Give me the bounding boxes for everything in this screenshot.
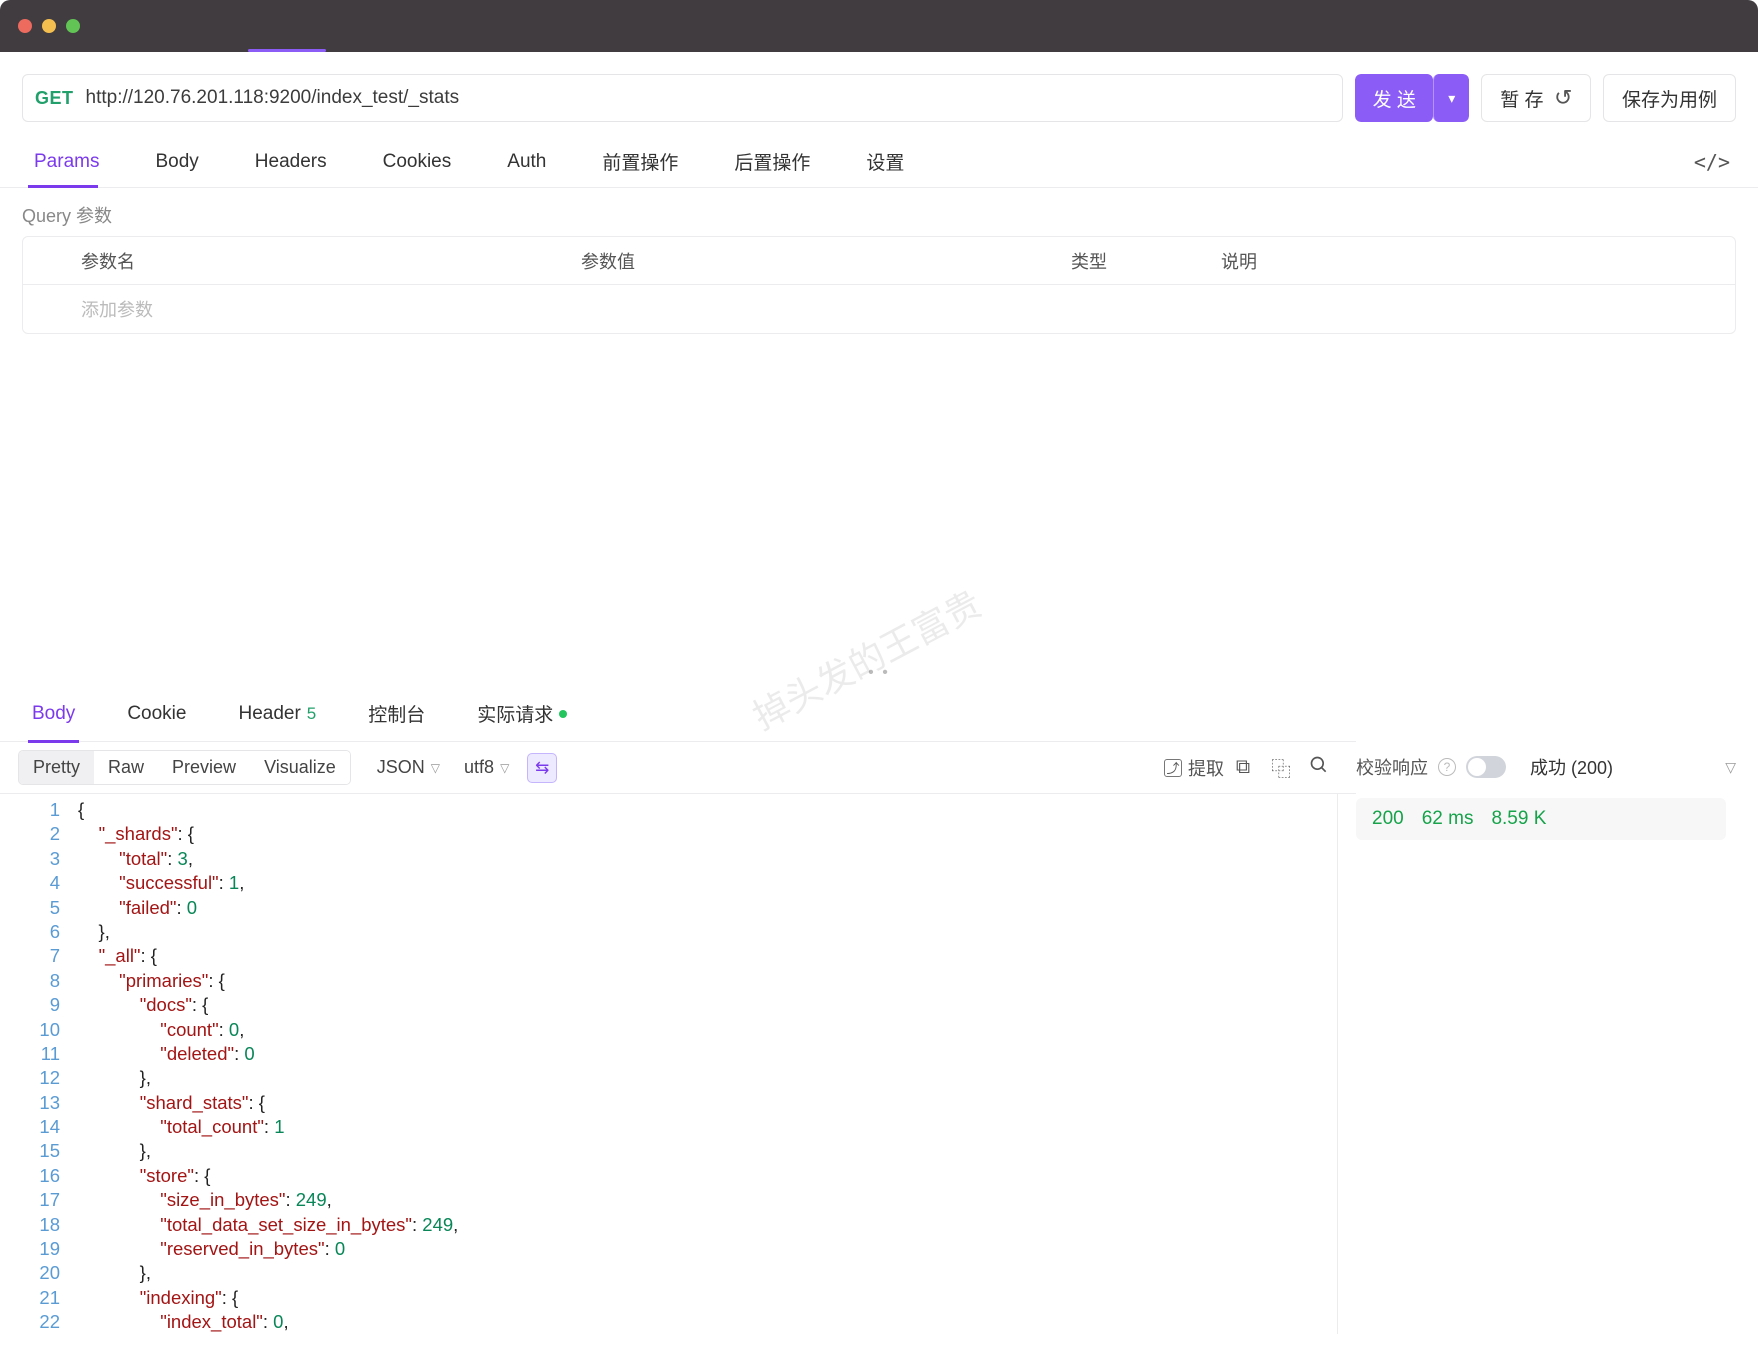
- extract-button[interactable]: ⤴ 提取: [1164, 755, 1224, 781]
- save-temp-label: 暂 存: [1500, 85, 1543, 112]
- tab-body[interactable]: Body: [127, 136, 226, 188]
- save-temp-button[interactable]: 暂 存 ↻: [1481, 74, 1591, 122]
- format-select[interactable]: JSON ▽: [365, 757, 452, 778]
- add-param-placeholder[interactable]: 添加参数: [23, 296, 523, 322]
- response-metrics: 200 62 ms 8.59 K: [1356, 798, 1726, 840]
- wrap-lines-button[interactable]: ⇆: [527, 753, 557, 783]
- status-code: 200: [1372, 808, 1404, 830]
- wrap-icon: ⇆: [535, 758, 549, 778]
- resp-tab-actual[interactable]: 实际请求: [451, 686, 593, 742]
- response-code-viewer[interactable]: 1234567891011121314151617181920212223 { …: [0, 794, 1356, 1334]
- pane-resize-handle[interactable]: • •: [0, 664, 1758, 680]
- url-text[interactable]: http://120.76.201.118:9200/index_test/_s…: [86, 87, 460, 109]
- validate-response-row: 校验响应 ? 成功 (200) ▽: [1356, 754, 1736, 780]
- format-label: JSON: [377, 757, 425, 778]
- response-time: 62 ms: [1422, 808, 1474, 830]
- chevron-down-icon[interactable]: ▽: [1725, 759, 1736, 776]
- params-add-row[interactable]: 添加参数: [23, 285, 1735, 333]
- maximize-window-dot[interactable]: [66, 19, 80, 33]
- code-snippet-icon[interactable]: </>: [1694, 150, 1730, 174]
- view-raw-button[interactable]: Raw: [94, 751, 158, 784]
- url-input-box[interactable]: GET http://120.76.201.118:9200/index_tes…: [22, 74, 1343, 122]
- chevron-down-icon: ▽: [431, 761, 440, 775]
- send-button-group: 发 送 ▾: [1355, 74, 1469, 122]
- response-toolbar: Pretty Raw Preview Visualize JSON ▽ utf8 ▽…: [0, 742, 1356, 794]
- extract-icon: ⤴: [1164, 759, 1182, 777]
- resp-tab-header[interactable]: Header 5: [212, 686, 342, 742]
- tab-pre-request[interactable]: 前置操作: [574, 136, 706, 188]
- send-dropdown-button[interactable]: ▾: [1433, 74, 1469, 122]
- resp-tab-cookie[interactable]: Cookie: [101, 686, 212, 742]
- minimize-window-dot[interactable]: [42, 19, 56, 33]
- encoding-label: utf8: [464, 757, 494, 778]
- http-method[interactable]: GET: [35, 88, 74, 109]
- save-as-example-button[interactable]: 保存为用例: [1603, 74, 1736, 122]
- tab-post-request[interactable]: 后置操作: [706, 136, 838, 188]
- chevron-down-icon: ▽: [500, 761, 509, 775]
- tab-cookies[interactable]: Cookies: [355, 136, 480, 188]
- view-pretty-button[interactable]: Pretty: [19, 751, 94, 784]
- tab-settings[interactable]: 设置: [838, 136, 932, 188]
- resp-tab-header-label: Header: [238, 703, 300, 725]
- col-desc: 说明: [1163, 248, 1735, 274]
- request-url-row: GET http://120.76.201.118:9200/index_tes…: [0, 52, 1758, 136]
- status-dot-icon: [559, 710, 567, 718]
- validate-toggle[interactable]: [1466, 756, 1506, 778]
- close-window-dot[interactable]: [18, 19, 32, 33]
- tab-auth[interactable]: Auth: [479, 136, 574, 188]
- save-response-icon[interactable]: ⧉: [1224, 756, 1262, 779]
- search-icon[interactable]: [1300, 755, 1338, 781]
- col-value: 参数值: [523, 248, 1013, 274]
- query-params-label: Query 参数: [0, 188, 1758, 236]
- window-titlebar: [0, 0, 1758, 52]
- tab-headers[interactable]: Headers: [227, 136, 355, 188]
- code-body[interactable]: { "_shards": { "total": 3, "successful":…: [78, 794, 1338, 1334]
- view-preview-button[interactable]: Preview: [158, 751, 250, 784]
- view-mode-segment: Pretty Raw Preview Visualize: [18, 750, 351, 785]
- send-button[interactable]: 发 送: [1355, 74, 1433, 122]
- col-name: 参数名: [23, 248, 523, 274]
- encoding-select[interactable]: utf8 ▽: [452, 757, 521, 778]
- tab-params[interactable]: Params: [6, 136, 127, 188]
- info-icon[interactable]: ?: [1438, 758, 1456, 776]
- col-type: 类型: [1013, 248, 1163, 274]
- header-count-badge: 5: [307, 704, 316, 724]
- params-header-row: 参数名 参数值 类型 说明: [23, 237, 1735, 285]
- request-tabs: Params Body Headers Cookies Auth 前置操作 后置…: [0, 136, 1758, 188]
- status-schema-label: 成功 (200): [1530, 754, 1613, 780]
- resp-tab-actual-label: 实际请求: [477, 700, 553, 727]
- reload-icon: ↻: [1554, 85, 1572, 111]
- response-size: 8.59 K: [1491, 808, 1546, 830]
- response-side-panel: 校验响应 ? 成功 (200) ▽ 200 62 ms 8.59 K: [1356, 680, 1758, 840]
- validate-label: 校验响应: [1356, 754, 1428, 780]
- extract-label: 提取: [1188, 755, 1224, 781]
- copy-icon[interactable]: ⿻: [1262, 753, 1300, 782]
- response-tabs: Body Cookie Header 5 控制台 实际请求: [0, 686, 1356, 742]
- resp-tab-console[interactable]: 控制台: [342, 686, 451, 742]
- line-gutter: 1234567891011121314151617181920212223: [0, 794, 78, 1334]
- view-visualize-button[interactable]: Visualize: [250, 751, 350, 784]
- resp-tab-body[interactable]: Body: [6, 686, 101, 742]
- params-table: 参数名 参数值 类型 说明 添加参数: [22, 236, 1736, 334]
